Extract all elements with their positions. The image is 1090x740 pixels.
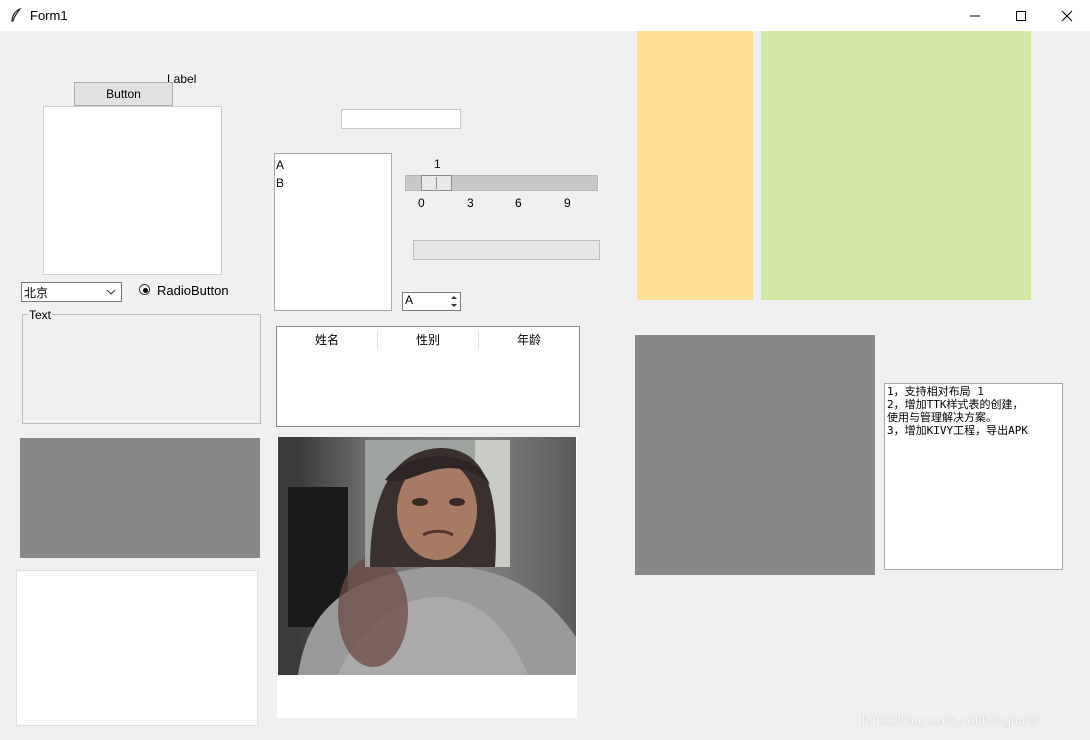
gray-frame xyxy=(20,438,260,558)
feather-icon xyxy=(11,8,22,22)
scale-tick: 6 xyxy=(515,196,522,210)
orange-frame xyxy=(637,31,753,300)
close-button[interactable] xyxy=(1044,0,1090,31)
face-image xyxy=(365,440,510,567)
spinbox-value: A xyxy=(405,293,414,307)
scale-value: 1 xyxy=(434,157,441,171)
text-line: 3，增加KIVY工程，导出APK xyxy=(887,424,1028,437)
spin-down-icon[interactable] xyxy=(449,302,459,309)
window-title: Form1 xyxy=(30,8,68,23)
canvas[interactable] xyxy=(43,106,222,275)
minimize-button[interactable] xyxy=(952,0,998,31)
text-line: 2，增加TTK样式表的创建， xyxy=(887,398,1024,411)
minimize-icon xyxy=(970,15,980,16)
title-bar xyxy=(0,0,1090,31)
scale-tick: 9 xyxy=(564,196,571,210)
green-frame xyxy=(761,31,1031,300)
scale-tick: 0 xyxy=(418,196,425,210)
chevron-down-icon[interactable] xyxy=(103,284,119,300)
maximize-button[interactable] xyxy=(998,0,1044,31)
listbox[interactable]: A B xyxy=(274,153,392,311)
radio-selected-dot xyxy=(143,288,148,293)
text-box[interactable]: 1，支持相对布局 1 2，增加TTK样式表的创建， 使用与管理解决方案。 3，增… xyxy=(884,383,1063,570)
button[interactable]: Button xyxy=(74,82,173,106)
progress-bar xyxy=(413,240,600,260)
column-header[interactable]: 年龄 xyxy=(479,327,579,351)
text-line: 使用与管理解决方案。 xyxy=(887,411,997,424)
entry-field[interactable] xyxy=(341,109,461,129)
scale-grip xyxy=(436,177,437,189)
radio-label[interactable]: RadioButton xyxy=(157,283,229,298)
list-item[interactable]: B xyxy=(276,174,390,192)
maximize-icon xyxy=(1016,10,1026,21)
text-area[interactable] xyxy=(16,570,258,726)
column-header[interactable]: 姓名 xyxy=(277,327,377,351)
labelframe-title: Text xyxy=(28,308,53,322)
gray-frame xyxy=(635,335,875,575)
list-item[interactable]: A xyxy=(276,156,390,174)
combobox-value: 北京 xyxy=(24,285,49,300)
labelframe xyxy=(22,314,261,424)
watermark: https://blog.csdn.net/honghaier xyxy=(862,713,1040,728)
text-line: 1，支持相对布局 1 xyxy=(887,385,984,398)
close-icon xyxy=(1061,10,1073,21)
column-header[interactable]: 性别 xyxy=(378,327,478,351)
spin-up-icon[interactable] xyxy=(449,294,459,301)
scale-tick: 3 xyxy=(467,196,474,210)
